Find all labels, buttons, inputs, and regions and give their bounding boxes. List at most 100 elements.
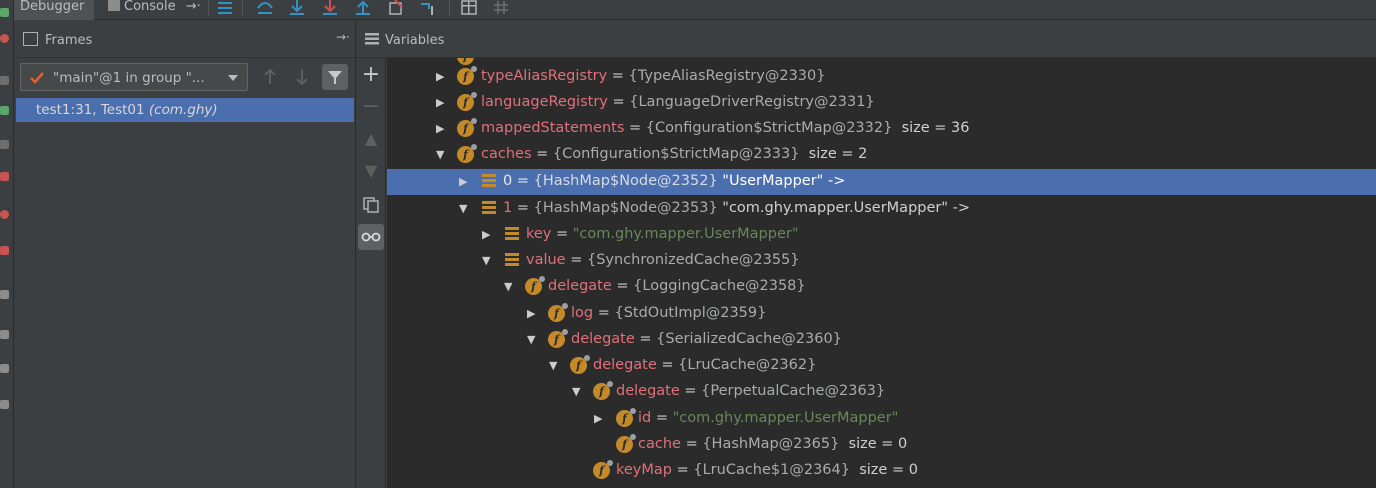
expand-arrow-icon[interactable]: ▶ xyxy=(459,175,471,189)
tree-row[interactable]: f cache = {HashMap@2365} size = 0 xyxy=(387,432,1376,458)
collapse-arrow-icon[interactable]: ▼ xyxy=(527,333,539,347)
filter-button[interactable] xyxy=(322,64,348,90)
pause-icon[interactable] xyxy=(0,140,9,149)
row-content: 0 = {HashMap$Node@2352} "UserMapper" -> xyxy=(503,173,846,189)
var-name: key xyxy=(526,226,552,242)
field-icon: f xyxy=(457,66,477,85)
frames-panel-icon xyxy=(23,32,38,46)
collapse-arrow-icon[interactable]: ▼ xyxy=(504,280,516,294)
run-to-cursor-icon[interactable] xyxy=(419,0,437,16)
expand-arrow-icon[interactable]: ▶ xyxy=(436,122,448,136)
move-up-icon[interactable]: ▲ xyxy=(358,126,384,152)
force-step-into-icon[interactable] xyxy=(321,0,339,16)
camera-icon[interactable] xyxy=(0,290,9,299)
var-name: keyMap xyxy=(616,462,672,478)
frame-row-selected[interactable]: test1:31, Test01 (com.ghy) xyxy=(16,98,354,122)
resume-icon[interactable] xyxy=(0,106,9,115)
evaluate-expression-icon[interactable] xyxy=(460,0,478,16)
left-gutter xyxy=(0,0,14,488)
step-out-icon[interactable] xyxy=(354,0,372,16)
tab-debugger[interactable]: Debugger xyxy=(14,0,94,20)
tree-row[interactable]: ▼ 1 = {HashMap$Node@2353} "com.ghy.mappe… xyxy=(387,196,1376,222)
tree-row[interactable]: ▼ f delegate = {SerializedCache@2360} xyxy=(387,327,1376,353)
tree-row[interactable]: ▶ f mappedStatements = {Configuration$St… xyxy=(387,116,1376,142)
row-content: languageRegistry = {LanguageDriverRegist… xyxy=(481,94,875,110)
row-content: typeAliasRegistry = {TypeAliasRegistry@2… xyxy=(481,68,826,84)
tree-row[interactable]: ▼ f delegate = {LruCache@2362} xyxy=(387,353,1376,379)
collapse-arrow-icon[interactable]: ▼ xyxy=(549,359,561,373)
rerun-icon[interactable] xyxy=(0,8,9,17)
var-value: {SynchronizedCache@2355} xyxy=(586,252,800,268)
expand-arrow-icon[interactable]: ▶ xyxy=(482,228,494,242)
settings-icon[interactable] xyxy=(0,76,9,85)
var-name: languageRegistry xyxy=(481,94,608,110)
field-icon: f xyxy=(525,276,545,295)
tree-row[interactable]: ▼ f delegate = {LoggingCache@2358} xyxy=(387,274,1376,300)
var-name: cache xyxy=(638,436,681,452)
field-icon: f xyxy=(593,460,613,479)
debug-tab-bar: Debugger Console →· xyxy=(14,0,1376,20)
thread-select[interactable]: "main"@1 in group "... xyxy=(20,63,248,91)
stop-process-icon[interactable] xyxy=(0,172,9,181)
tree-row[interactable]: ▶ f languageRegistry = {LanguageDriverRe… xyxy=(387,90,1376,116)
expand-arrow-icon[interactable]: ▶ xyxy=(594,412,606,426)
hide-panel-icon[interactable]: →· xyxy=(336,30,350,44)
collapse-arrow-icon[interactable]: ▼ xyxy=(482,254,494,268)
var-extra: size = 2 xyxy=(808,146,868,162)
var-extra: "com.ghy.mapper.UserMapper" -> xyxy=(722,200,971,216)
collapse-arrow-icon[interactable]: ▼ xyxy=(436,148,448,162)
var-name: delegate xyxy=(571,331,635,347)
var-value: "com.ghy.mapper.UserMapper" xyxy=(672,410,899,426)
var-name: 1 xyxy=(503,200,513,216)
collapse-arrow-icon[interactable]: ▼ xyxy=(572,385,584,399)
var-value: {LanguageDriverRegistry@2331} xyxy=(629,94,875,110)
expand-arrow-icon[interactable]: ▶ xyxy=(527,307,539,321)
show-execution-point-icon[interactable] xyxy=(216,0,234,16)
layout-icon[interactable] xyxy=(0,330,9,339)
toolbar-separator xyxy=(208,0,209,16)
tree-row[interactable]: f keyMap = {LruCache$1@2364} size = 0 xyxy=(387,458,1376,484)
var-value: {SerializedCache@2360} xyxy=(656,331,842,347)
move-down-icon[interactable]: ▼ xyxy=(358,158,384,184)
trace-icon[interactable] xyxy=(492,0,510,16)
tree-row[interactable]: ▶ key = "com.ghy.mapper.UserMapper" xyxy=(387,222,1376,248)
var-name: delegate xyxy=(548,278,612,294)
entry-icon xyxy=(505,227,519,241)
tree-row[interactable]: ▶ f typeAliasRegistry = {TypeAliasRegist… xyxy=(387,64,1376,90)
step-into-icon[interactable] xyxy=(288,0,306,16)
tree-row[interactable]: ▼ f delegate = {PerpetualCache@2363} xyxy=(387,379,1376,405)
variables-panel-icon xyxy=(365,33,379,45)
var-value: {Configuration$StrictMap@2332} xyxy=(645,120,893,136)
drop-frame-icon[interactable] xyxy=(387,0,405,16)
expand-arrow-icon[interactable]: ▶ xyxy=(436,70,448,84)
tree-row[interactable]: ▶ f id = "com.ghy.mapper.UserMapper" xyxy=(387,406,1376,432)
frame-location: test1:31, Test01 xyxy=(36,102,145,118)
tree-row[interactable]: ▼ value = {SynchronizedCache@2355} xyxy=(387,248,1376,274)
collapse-arrow-icon[interactable]: ▼ xyxy=(459,202,471,216)
var-value: {PerpetualCache@2363} xyxy=(701,383,886,399)
row-content: delegate = {LoggingCache@2358} xyxy=(548,278,806,294)
copy-icon[interactable] xyxy=(358,192,384,218)
show-watches-icon[interactable] xyxy=(358,224,384,250)
stop-icon[interactable] xyxy=(0,34,9,43)
tree-row[interactable]: ▶ f log = {StdOutImpl@2359} xyxy=(387,301,1376,327)
tab-console[interactable]: Console →· xyxy=(102,0,214,20)
row-content: 1 = {HashMap$Node@2353} "com.ghy.mapper.… xyxy=(503,200,971,216)
view-breakpoints-icon[interactable] xyxy=(0,210,9,219)
var-value: {HashMap$Node@2352} xyxy=(533,173,718,189)
tree-row[interactable]: ▼ f caches = {Configuration$StrictMap@23… xyxy=(387,142,1376,168)
new-watch-icon[interactable]: + xyxy=(358,62,384,88)
row-content: id = "com.ghy.mapper.UserMapper" xyxy=(638,410,899,426)
field-icon: f xyxy=(548,303,568,322)
next-frame-icon[interactable] xyxy=(294,68,310,86)
tree-row-selected[interactable]: ▶ 0 = {HashMap$Node@2352} "UserMapper" -… xyxy=(387,169,1376,195)
entry-icon xyxy=(482,174,496,188)
more-icon[interactable] xyxy=(0,400,9,409)
mute-breakpoints-icon[interactable] xyxy=(0,246,9,255)
var-extra: "UserMapper" -> xyxy=(722,173,846,189)
pin-icon[interactable] xyxy=(0,364,9,373)
previous-frame-icon[interactable] xyxy=(262,68,278,86)
remove-watch-icon[interactable]: − xyxy=(358,94,384,120)
expand-arrow-icon[interactable]: ▶ xyxy=(436,96,448,110)
step-over-icon[interactable] xyxy=(256,0,274,16)
